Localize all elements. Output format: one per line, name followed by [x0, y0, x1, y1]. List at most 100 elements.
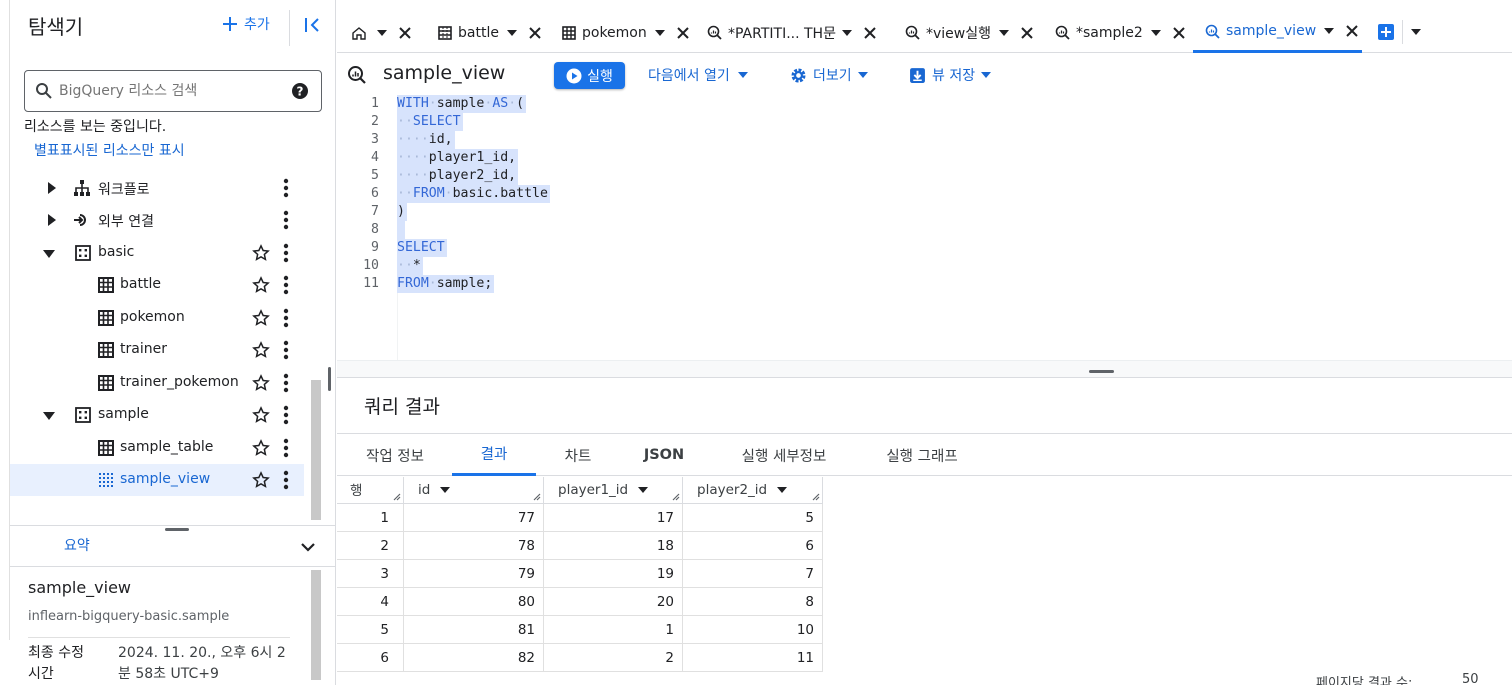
star-icon[interactable]	[252, 439, 270, 457]
code-line[interactable]: ····player2_id,	[397, 167, 519, 185]
tab-view-run[interactable]: *view실행	[905, 12, 1035, 53]
row-number-cell[interactable]: 3	[337, 560, 404, 588]
table-cell[interactable]: 77	[404, 504, 544, 532]
more-vert-icon[interactable]	[283, 340, 289, 360]
table-cell[interactable]: 79	[404, 560, 544, 588]
code-line[interactable]: ··*	[397, 257, 423, 275]
results-tab-2[interactable]: 차트	[546, 434, 610, 476]
chevron-right-icon[interactable]	[48, 214, 56, 226]
starred-only-link[interactable]: 별표표시된 리소스만 표시	[34, 140, 185, 160]
table-cell[interactable]: 5	[683, 504, 823, 532]
tree-item-trainer_pokemon[interactable]: trainer_pokemon	[10, 367, 304, 399]
more-vert-icon[interactable]	[283, 308, 289, 328]
tree-item-sample[interactable]: sample	[10, 399, 304, 431]
row-number-cell[interactable]: 1	[337, 504, 404, 532]
row-number-cell[interactable]: 2	[337, 532, 404, 560]
tab-close-icon[interactable]	[1346, 25, 1358, 37]
open-in-menu[interactable]: 다음에서 열기	[648, 64, 748, 86]
panel-resize-handle[interactable]	[328, 367, 331, 391]
tab-dropdown-icon[interactable]	[377, 29, 387, 36]
tab-partition-query[interactable]: *PARTITI... TH문	[707, 12, 882, 53]
sort-caret-icon[interactable]	[638, 487, 649, 493]
results-tab-5[interactable]: 실행 그래프	[866, 434, 978, 476]
tab-sample2[interactable]: *sample2	[1055, 12, 1190, 53]
tab-dropdown-icon[interactable]	[506, 29, 517, 36]
table-cell[interactable]: 7	[683, 560, 823, 588]
tree-item-워크플로[interactable]: 워크플로	[10, 172, 304, 204]
tab-close-icon[interactable]	[864, 26, 876, 39]
star-icon[interactable]	[252, 276, 270, 294]
table-cell[interactable]: 17	[544, 504, 683, 532]
more-vert-icon[interactable]	[283, 178, 289, 198]
tree-item-trainer[interactable]: trainer	[10, 334, 304, 366]
results-tab-1[interactable]: 결과	[452, 434, 536, 476]
sql-editor[interactable]: 1 WITH·sample·AS·(2 ··SELECT 3 ····id, 4 ····p…	[337, 95, 1512, 360]
code-line[interactable]: FROM·sample;	[397, 275, 495, 293]
table-cell[interactable]: 10	[683, 616, 823, 644]
column-header-0[interactable]: 행	[337, 477, 404, 504]
code-line[interactable]	[397, 221, 405, 239]
column-header-3[interactable]: player2_id	[683, 477, 823, 504]
results-tab-4[interactable]: 실행 세부정보	[720, 434, 848, 476]
star-icon[interactable]	[252, 341, 270, 359]
page-size-select[interactable]: 50	[1462, 672, 1479, 685]
column-resize-icon[interactable]	[531, 491, 541, 501]
tab-close-icon[interactable]	[529, 26, 541, 39]
chevron-down-icon[interactable]	[298, 537, 318, 557]
table-cell[interactable]: 78	[404, 532, 544, 560]
row-number-cell[interactable]: 6	[337, 644, 404, 672]
tab-close-icon[interactable]	[677, 26, 689, 39]
table-cell[interactable]: 6	[683, 532, 823, 560]
sort-caret-icon[interactable]	[777, 487, 788, 493]
more-vert-icon[interactable]	[283, 438, 289, 458]
summary-scrollbar[interactable]	[311, 570, 321, 680]
table-cell[interactable]: 8	[683, 588, 823, 616]
tab-battle[interactable]: battle	[438, 12, 541, 53]
star-icon[interactable]	[252, 244, 270, 262]
code-line[interactable]: ··FROM·basic.battle	[397, 185, 550, 203]
sort-caret-icon[interactable]	[440, 487, 451, 493]
tab-close-icon[interactable]	[1021, 26, 1033, 39]
table-cell[interactable]: 1	[544, 616, 683, 644]
table-cell[interactable]: 19	[544, 560, 683, 588]
star-icon[interactable]	[252, 471, 270, 489]
tab-dropdown-icon[interactable]	[841, 29, 852, 36]
tabs-overflow-icon[interactable]	[1411, 29, 1421, 35]
column-resize-icon[interactable]	[670, 491, 680, 501]
tab-dropdown-icon[interactable]	[1150, 29, 1161, 36]
tree-item-외부-연결[interactable]: 외부 연결	[10, 204, 304, 236]
code-line[interactable]: ··SELECT	[397, 113, 463, 131]
more-vert-icon[interactable]	[283, 470, 289, 490]
collapse-panel-icon[interactable]	[303, 15, 323, 35]
chevron-down-icon[interactable]	[43, 250, 55, 258]
star-icon[interactable]	[252, 406, 270, 424]
table-cell[interactable]: 2	[544, 644, 683, 672]
tree-item-sample_view[interactable]: sample_view	[10, 464, 304, 496]
more-vert-icon[interactable]	[283, 275, 289, 295]
add-button[interactable]: 추가	[222, 14, 270, 34]
table-cell[interactable]: 18	[544, 532, 683, 560]
code-line[interactable]: SELECT	[397, 239, 447, 257]
table-cell[interactable]: 81	[404, 616, 544, 644]
column-header-1[interactable]: id	[404, 477, 544, 504]
tab-close-icon[interactable]	[1173, 26, 1185, 39]
tree-item-battle[interactable]: battle	[10, 269, 304, 301]
more-vert-icon[interactable]	[283, 243, 289, 263]
more-vert-icon[interactable]	[283, 373, 289, 393]
tab-pokemon[interactable]: pokemon	[562, 12, 689, 53]
table-cell[interactable]: 82	[404, 644, 544, 672]
results-tab-0[interactable]: 작업 정보	[350, 434, 440, 476]
code-line[interactable]: ····player1_id,	[397, 149, 519, 167]
new-tab-icon[interactable]	[1377, 23, 1395, 41]
chevron-right-icon[interactable]	[48, 182, 56, 194]
more-menu[interactable]: 더보기	[790, 64, 868, 86]
more-vert-icon[interactable]	[283, 405, 289, 425]
tree-item-basic[interactable]: basic	[10, 237, 304, 269]
tab-dropdown-icon[interactable]	[999, 29, 1009, 36]
code-line[interactable]: ····id,	[397, 131, 455, 149]
row-number-cell[interactable]: 5	[337, 616, 404, 644]
search-box[interactable]: ?	[24, 70, 322, 112]
chevron-down-icon[interactable]	[43, 412, 55, 420]
results-tab-3[interactable]: JSON	[630, 434, 698, 476]
star-icon[interactable]	[252, 374, 270, 392]
